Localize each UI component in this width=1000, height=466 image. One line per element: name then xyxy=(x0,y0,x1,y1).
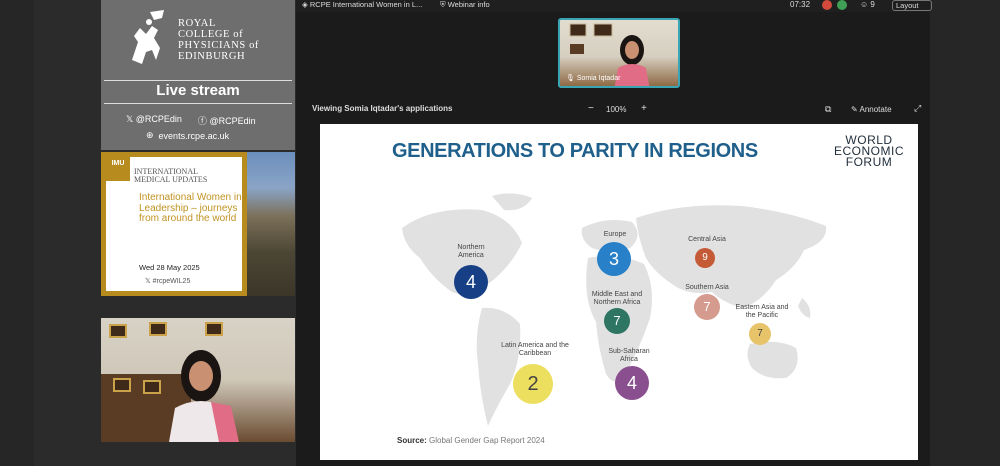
region-label: Northern America xyxy=(457,244,485,259)
rcpe-wordmark: ROYAL COLLEGE of PHYSICIANS of EDINBURGH xyxy=(178,18,288,62)
college-building-photo xyxy=(247,152,295,296)
region-value-bubble: 3 xyxy=(597,242,631,276)
webinar-info-tab[interactable]: ⛨ Webinar info xyxy=(440,0,490,10)
participant-count: 9 xyxy=(870,0,875,9)
org-line: ROYAL xyxy=(178,18,217,29)
people-icon: ☺ xyxy=(860,0,871,9)
source-text: Global Gender Gap Report 2024 xyxy=(429,436,545,445)
wall-frame xyxy=(109,324,127,338)
annotate-button[interactable]: ✎ Annotate xyxy=(851,105,892,114)
webinar-tab-label: Webinar info xyxy=(447,0,490,9)
twitter-x-icon: 𝕏 xyxy=(126,114,136,124)
hashtag-text: #rcpeWIL25 xyxy=(152,278,191,285)
speaker-figure xyxy=(169,350,239,442)
org-line: EDINBURGH xyxy=(178,51,246,62)
social-handles: 𝕏 @RCPEdin ⓕ @RCPEdin xyxy=(126,114,296,127)
website-row: ⊕ events.rcpe.ac.uk xyxy=(146,130,229,141)
region-value-bubble: 4 xyxy=(454,265,488,299)
twitter-handle-text: @RCPEdin xyxy=(135,114,182,124)
zoom-level: 100% xyxy=(606,105,627,114)
imu-series-title: INTERNATIONAL MEDICAL UPDATES xyxy=(134,168,242,184)
slide-source: Source: Global Gender Gap Report 2024 xyxy=(397,436,545,445)
rcpe-crest-icon xyxy=(132,10,164,64)
meeting-tab[interactable]: ◈ RCPE International Women in L... xyxy=(302,0,422,9)
layout-label: Layout xyxy=(896,1,919,10)
region-label: Latin America and the Caribbean xyxy=(501,342,569,357)
org-line: PHYSICIANS of xyxy=(178,40,260,51)
mic-icon: 🎙 xyxy=(566,75,577,82)
zoom-out-button[interactable]: − xyxy=(588,103,594,114)
speaker-video xyxy=(101,318,295,442)
region-value-bubble: 7 xyxy=(694,294,720,320)
shield-tab-icon: ⛨ xyxy=(440,0,448,9)
region-label: Sub-Saharan Africa xyxy=(608,348,650,363)
right-margin xyxy=(930,0,1000,466)
divider xyxy=(104,103,292,104)
series-line: MEDICAL UPDATES xyxy=(134,175,208,184)
region-label: Middle East and Northern Africa xyxy=(591,291,643,306)
presenter-name: Somia Iqtadar xyxy=(576,75,621,82)
share-view-icon[interactable]: ⧉ xyxy=(825,104,831,115)
left-margin xyxy=(0,0,34,466)
zoom-in-button[interactable]: + xyxy=(641,103,647,114)
expand-icon[interactable]: ⤢ xyxy=(914,103,921,114)
participants-button[interactable]: ☺ 9 xyxy=(860,0,875,9)
layout-button[interactable]: Layout xyxy=(892,0,932,11)
wall-frame xyxy=(149,322,167,336)
divider xyxy=(104,80,292,81)
event-hashtag: 𝕏 #rcpeWIL25 xyxy=(145,278,191,285)
region-value-bubble: 4 xyxy=(615,366,649,400)
region-label: Europe xyxy=(603,231,627,238)
meeting-timer: 07:32 xyxy=(790,0,811,9)
presenter-name-tag: 🎙 Somia Iqtadar xyxy=(566,74,620,82)
slide-title: GENERATIONS TO PARITY IN REGIONS xyxy=(392,140,758,162)
region-value-bubble: 9 xyxy=(695,248,715,268)
meeting-tab-label: RCPE International Women in L... xyxy=(309,0,423,9)
screen: ROYAL COLLEGE of PHYSICIANS of EDINBURGH… xyxy=(0,0,1000,466)
logo-line: FORUM xyxy=(845,155,893,169)
leave-icon[interactable] xyxy=(822,0,832,10)
windows-tab-icon: ◈ xyxy=(302,0,310,9)
twitter-handle: 𝕏 @RCPEdin xyxy=(126,114,182,127)
globe-icon: ⊕ xyxy=(146,130,154,140)
facebook-handle-text: @RCPEdin xyxy=(209,116,256,126)
imu-badge: IMU xyxy=(106,157,130,181)
live-stream-label: Live stream xyxy=(156,82,240,99)
annotate-label: Annotate xyxy=(859,105,892,114)
award-frame xyxy=(113,378,131,392)
org-line: COLLEGE of xyxy=(178,29,244,40)
region-label: Eastern Asia and the Pacific xyxy=(735,304,789,319)
connection-icon xyxy=(837,0,847,10)
region-label: Central Asia xyxy=(688,236,726,243)
wall-frame xyxy=(205,322,223,336)
viewing-label: Viewing Somia Iqtadar's applications xyxy=(312,104,453,113)
region-value-bubble: 7 xyxy=(749,323,771,345)
region-value-bubble: 7 xyxy=(604,308,630,334)
source-label: Source: xyxy=(397,436,427,445)
wef-logo: WORLD ECONOMIC FORUM xyxy=(826,134,912,169)
website-text: events.rcpe.ac.uk xyxy=(158,130,230,141)
region-label: Southern Asia xyxy=(685,284,729,291)
event-date: Wed 28 May 2025 xyxy=(139,263,200,272)
facebook-handle: ⓕ @RCPEdin xyxy=(198,114,256,127)
event-title: International Women in Leadership – jour… xyxy=(139,192,242,224)
region-value-bubble: 2 xyxy=(513,364,553,404)
facebook-icon: ⓕ xyxy=(197,116,210,126)
